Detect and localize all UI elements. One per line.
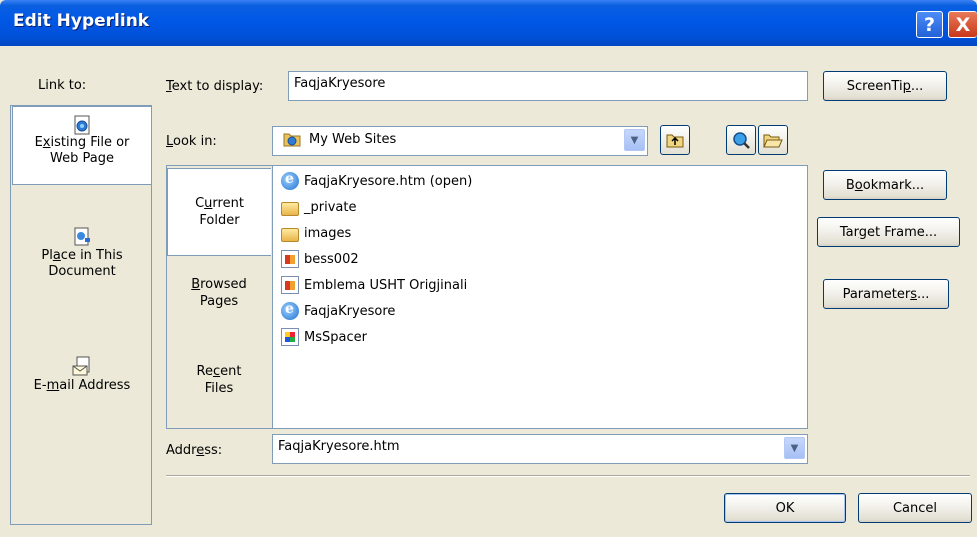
folder-pane: Current Folder Browsed Pages Recent File… (166, 165, 273, 429)
link-to-place-line2: Document (48, 264, 116, 279)
text-to-display-value: FaqjaKryesore (294, 76, 386, 91)
parameters-button[interactable]: Parameters... (823, 279, 949, 309)
tab-current-folder[interactable]: Current Folder (167, 168, 271, 256)
text-to-display-input[interactable]: FaqjaKryesore (288, 71, 808, 101)
link-to-existing-line1: Existing File or (34, 135, 130, 150)
list-item[interactable]: FaqjaKryesore (281, 300, 395, 322)
link-to-place-in-document[interactable]: Place in This Document (12, 226, 152, 280)
edit-hyperlink-dialog: Edit Hyperlink ? X Link to: Existing Fil… (0, 0, 977, 537)
ok-button[interactable]: OK (724, 493, 846, 523)
link-to-place-line1: Place in This (41, 248, 123, 263)
chevron-down-icon[interactable]: ▼ (624, 129, 645, 151)
help-icon: ? (923, 13, 936, 36)
title-bar: Edit Hyperlink ? X (0, 0, 977, 46)
folder-up-icon (666, 134, 684, 148)
link-to-label: Link to: (38, 78, 87, 93)
spacer-file-icon (281, 328, 299, 346)
link-to-email-line1: E-mail Address (33, 378, 131, 393)
folder-icon (281, 202, 299, 216)
bookmark-label: Bookmark... (845, 177, 925, 193)
list-item[interactable]: FaqjaKryesore.htm (open) (281, 170, 472, 192)
email-icon (72, 356, 90, 376)
file-name: images (304, 225, 352, 241)
browsed-pages-line2: Pages (199, 294, 239, 309)
tab-browsed-pages[interactable]: Browsed Pages (167, 276, 271, 310)
link-to-bar: Existing File or Web Page Place in This … (10, 105, 152, 525)
image-file-icon (281, 250, 299, 268)
document-icon (74, 227, 90, 246)
list-item[interactable]: images (281, 222, 351, 244)
file-name: FaqjaKryesore.htm (open) (304, 173, 473, 189)
target-frame-label: Target Frame... (839, 224, 938, 240)
current-folder-line2: Folder (199, 213, 240, 228)
file-name: Emblema USHT Origjinali (304, 277, 468, 293)
screentip-button[interactable]: ScreenTip... (823, 71, 947, 101)
help-button[interactable]: ? (916, 11, 943, 38)
browse-web-icon (733, 132, 750, 149)
bookmark-button[interactable]: Bookmark... (823, 170, 947, 200)
file-name: FaqjaKryesore (304, 303, 396, 319)
divider (166, 475, 970, 477)
address-combo[interactable]: FaqjaKryesore.htm ▼ (272, 434, 808, 464)
file-list[interactable]: FaqjaKryesore.htm (open) _private images… (272, 165, 808, 429)
list-item[interactable]: _private (281, 196, 356, 218)
ie-page-icon (281, 301, 299, 320)
text-to-display-label: Text to display: (166, 79, 264, 94)
ie-page-icon (281, 171, 299, 190)
list-item[interactable]: Emblema USHT Origjinali (281, 274, 467, 296)
cancel-label: Cancel (892, 500, 938, 516)
look-in-combo[interactable]: My Web Sites ▼ (272, 126, 648, 156)
browsed-pages-line1: Browsed (191, 277, 247, 292)
cancel-button[interactable]: Cancel (858, 493, 972, 523)
tab-recent-files[interactable]: Recent Files (167, 363, 271, 397)
browse-file-button[interactable] (758, 125, 788, 155)
address-value: FaqjaKryesore.htm (278, 439, 400, 454)
link-to-existing-line2: Web Page (50, 151, 114, 166)
open-folder-icon (763, 134, 783, 148)
web-folder-icon (283, 133, 301, 147)
link-to-email-address[interactable]: E-mail Address (12, 356, 152, 394)
file-name: _private (304, 199, 357, 215)
current-folder-line1: Current (195, 196, 244, 211)
look-in-value: My Web Sites (309, 131, 397, 147)
close-button[interactable]: X (948, 11, 977, 38)
up-one-folder-button[interactable] (660, 125, 690, 155)
folder-icon (281, 228, 299, 242)
ok-label: OK (775, 500, 795, 516)
target-frame-button[interactable]: Target Frame... (817, 217, 960, 247)
chevron-down-icon[interactable]: ▼ (784, 437, 805, 459)
page-globe-icon (74, 115, 90, 135)
list-item[interactable]: bess002 (281, 248, 359, 270)
screentip-label: ScreenTip... (846, 78, 924, 94)
file-name: MsSpacer (304, 329, 367, 345)
recent-files-line1: Recent (196, 364, 242, 379)
recent-files-line2: Files (204, 381, 234, 396)
browse-web-button[interactable] (726, 125, 756, 155)
image-file-icon (281, 276, 299, 294)
close-icon: X (955, 13, 971, 36)
parameters-label: Parameters... (842, 286, 930, 302)
link-to-existing-file[interactable]: Existing File or Web Page (12, 106, 152, 185)
address-label: Address: (166, 443, 223, 458)
list-item[interactable]: MsSpacer (281, 326, 367, 348)
file-name: bess002 (304, 251, 359, 267)
look-in-label: Look in: (166, 134, 217, 149)
dialog-title: Edit Hyperlink (13, 11, 150, 31)
